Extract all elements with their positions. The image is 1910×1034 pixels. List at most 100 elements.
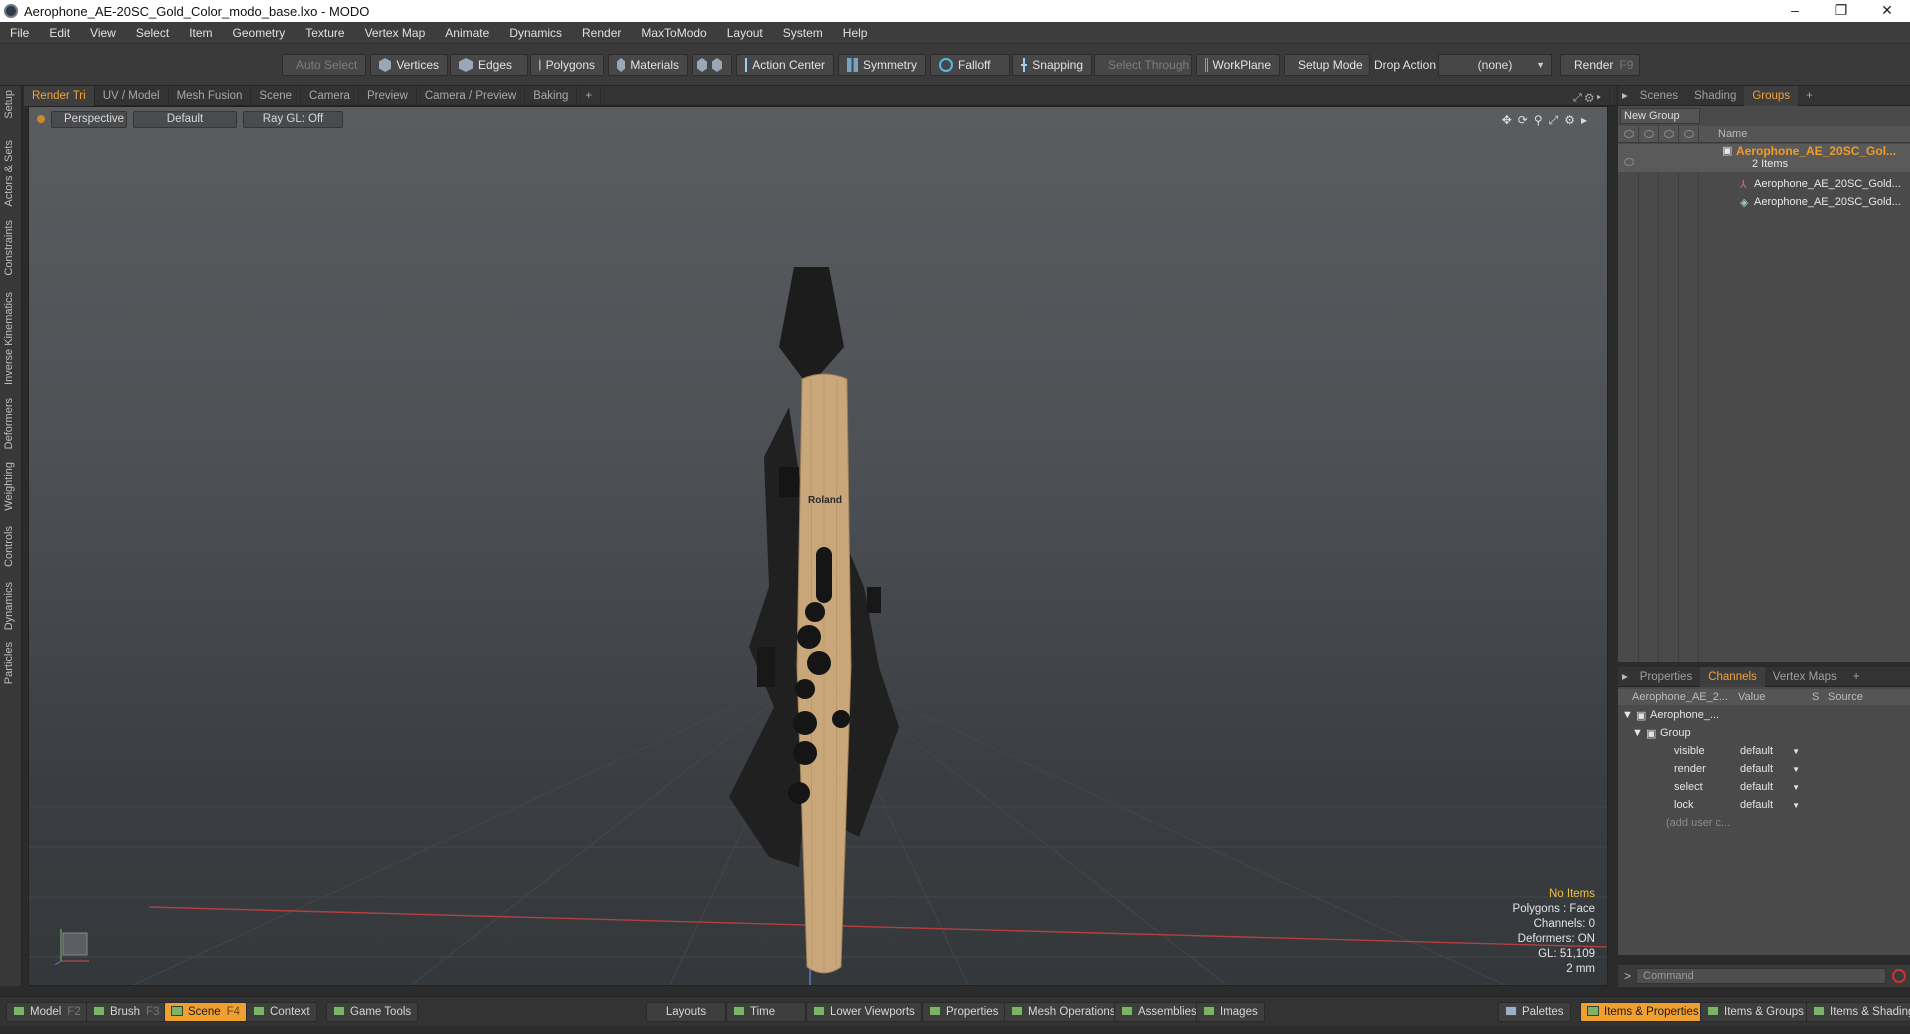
- menu-file[interactable]: File: [0, 26, 39, 40]
- setup-mode-button[interactable]: Setup Mode: [1284, 54, 1370, 76]
- polygons-button[interactable]: Polygons: [530, 54, 604, 76]
- snapping-button[interactable]: Snapping: [1012, 54, 1092, 76]
- viewport-tab-options-icon[interactable]: ⤢ ⚙ ▸: [1565, 88, 1610, 108]
- lower-viewports-button[interactable]: Lower Viewports: [806, 1002, 922, 1022]
- assemblies-button[interactable]: Assemblies: [1114, 1002, 1204, 1022]
- restore-button[interactable]: ❐: [1818, 0, 1864, 22]
- tab-camera[interactable]: Camera: [301, 85, 359, 106]
- images-button[interactable]: Images: [1196, 1002, 1265, 1022]
- menu-dynamics[interactable]: Dynamics: [499, 26, 572, 40]
- symmetry-button[interactable]: Symmetry: [838, 54, 926, 76]
- layout-context-button[interactable]: Context: [246, 1002, 317, 1022]
- group-row-root[interactable]: ▣ Aerophone_AE_20SC_Gol... 2 Items: [1618, 144, 1910, 172]
- edges-button[interactable]: Edges: [450, 54, 528, 76]
- expand-icon[interactable]: ▼: [1632, 727, 1643, 739]
- raygl-toggle[interactable]: Ray GL: Off: [243, 110, 343, 128]
- selection-tools-group[interactable]: [692, 54, 732, 76]
- items-shading-button[interactable]: Items & Shading: [1806, 1002, 1910, 1022]
- tab-scenes[interactable]: Scenes: [1632, 86, 1686, 106]
- left-tab-setup[interactable]: Setup: [3, 90, 15, 119]
- new-group-button[interactable]: New Group: [1620, 108, 1700, 124]
- add-panel-tab-button[interactable]: +: [1798, 86, 1821, 106]
- viewport-nav-icons[interactable]: ✥⟳⚲⤢⚙▸: [1502, 113, 1593, 128]
- channel-value-dropdown[interactable]: default ▼: [1736, 762, 1806, 778]
- channel-value-dropdown[interactable]: default ▼: [1736, 780, 1806, 796]
- falloff-button[interactable]: Falloff: [930, 54, 1010, 76]
- menu-animate[interactable]: Animate: [435, 26, 499, 40]
- tab-mesh-fusion[interactable]: Mesh Fusion: [169, 85, 252, 106]
- layout-brush-button[interactable]: Brush F3: [86, 1002, 167, 1022]
- menu-maxtomodo[interactable]: MaxToModo: [631, 26, 716, 40]
- mesh-operations-button[interactable]: Mesh Operations: [1004, 1002, 1123, 1022]
- add-tab-button[interactable]: +: [577, 85, 602, 106]
- command-input[interactable]: Command: [1636, 968, 1886, 984]
- left-tab-deformers[interactable]: Deformers: [3, 398, 15, 449]
- viewport-options-icon[interactable]: [37, 115, 45, 123]
- panel-menu-icon[interactable]: ▸: [1618, 86, 1632, 106]
- menu-item[interactable]: Item: [179, 26, 222, 40]
- tab-channels[interactable]: Channels: [1700, 666, 1765, 687]
- visibility-toggle-icon[interactable]: [1624, 158, 1634, 166]
- auto-select-button[interactable]: Auto Select: [282, 54, 366, 76]
- group-child-row[interactable]: ◈ Aerophone_AE_20SC_Gold...: [1618, 194, 1910, 212]
- menu-geometry[interactable]: Geometry: [223, 26, 296, 40]
- 3d-viewport[interactable]: Roland Perspective Default Ray GL: Off ✥…: [28, 106, 1608, 986]
- tab-scene[interactable]: Scene: [251, 85, 302, 106]
- add-user-channel-row[interactable]: (add user c...: [1618, 815, 1910, 833]
- time-button[interactable]: Time: [726, 1002, 806, 1022]
- tab-baking[interactable]: Baking: [525, 85, 578, 106]
- expand-icon[interactable]: ▼: [1622, 709, 1633, 721]
- menu-view[interactable]: View: [80, 26, 126, 40]
- drop-action-dropdown[interactable]: (none) ▼: [1438, 54, 1552, 76]
- layout-scene-button[interactable]: Scene F4: [164, 1002, 248, 1022]
- tab-properties[interactable]: Properties: [1632, 667, 1700, 687]
- tab-render-tri[interactable]: Render Tri: [24, 85, 95, 106]
- panel-menu-icon[interactable]: ▸: [1618, 667, 1632, 687]
- menu-layout[interactable]: Layout: [717, 26, 773, 40]
- left-tab-constraints[interactable]: Constraints: [3, 220, 15, 276]
- channel-s-header[interactable]: S: [1812, 691, 1819, 703]
- items-properties-button[interactable]: Items & Properties: [1580, 1002, 1706, 1022]
- channel-name-header[interactable]: Aerophone_AE_2...: [1632, 691, 1728, 703]
- select-through-button[interactable]: Select Through: [1094, 54, 1192, 76]
- properties-button[interactable]: Properties: [922, 1002, 1006, 1022]
- channel-source-header[interactable]: Source: [1828, 691, 1863, 703]
- materials-button[interactable]: Materials: [608, 54, 688, 76]
- menu-render[interactable]: Render: [572, 26, 631, 40]
- channel-item-row[interactable]: ▼ ▣ Aerophone_...: [1618, 707, 1910, 725]
- vertices-button[interactable]: Vertices: [370, 54, 448, 76]
- view-type-button[interactable]: Perspective: [51, 110, 127, 128]
- channel-value-dropdown[interactable]: default ▼: [1736, 798, 1806, 814]
- tab-shading[interactable]: Shading: [1686, 86, 1744, 106]
- menu-vertex-map[interactable]: Vertex Map: [355, 26, 436, 40]
- add-panel-tab-button[interactable]: +: [1845, 667, 1868, 687]
- workplane-button[interactable]: WorkPlane: [1196, 54, 1280, 76]
- channel-row-lock[interactable]: lock default ▼: [1618, 797, 1910, 815]
- menu-help[interactable]: Help: [833, 26, 878, 40]
- layout-model-button[interactable]: Model F2: [6, 1002, 88, 1022]
- menu-texture[interactable]: Texture: [295, 26, 354, 40]
- channel-value-header[interactable]: Value: [1738, 691, 1765, 703]
- group-child-row[interactable]: ⅄ Aerophone_AE_20SC_Gold...: [1618, 176, 1910, 194]
- palettes-button[interactable]: Palettes: [1498, 1002, 1571, 1022]
- items-groups-button[interactable]: Items & Groups: [1700, 1002, 1811, 1022]
- layout-game-tools-button[interactable]: Game Tools: [326, 1002, 419, 1022]
- channel-row-select[interactable]: select default ▼: [1618, 779, 1910, 797]
- tab-uv-model[interactable]: UV / Model: [95, 85, 169, 106]
- render-button[interactable]: Render F9: [1560, 54, 1640, 76]
- left-tab-particles[interactable]: Particles: [3, 642, 15, 684]
- left-tab-actors-sets[interactable]: Actors & Sets: [3, 140, 15, 207]
- action-center-button[interactable]: Action Center: [736, 54, 834, 76]
- close-button[interactable]: ✕: [1864, 0, 1910, 22]
- channel-row-render[interactable]: render default ▼: [1618, 761, 1910, 779]
- tab-groups[interactable]: Groups: [1744, 85, 1799, 106]
- menu-select[interactable]: Select: [126, 26, 179, 40]
- layouts-button[interactable]: Layouts: [646, 1002, 726, 1022]
- left-tab-inverse-kinematics[interactable]: Inverse Kinematics: [3, 292, 15, 385]
- left-tab-controls[interactable]: Controls: [3, 526, 15, 567]
- aerophone-model[interactable]: Roland: [729, 267, 899, 974]
- tab-preview[interactable]: Preview: [359, 85, 417, 106]
- left-tab-weighting[interactable]: Weighting: [3, 462, 15, 511]
- menu-system[interactable]: System: [773, 26, 833, 40]
- channel-value-dropdown[interactable]: default ▼: [1736, 744, 1806, 760]
